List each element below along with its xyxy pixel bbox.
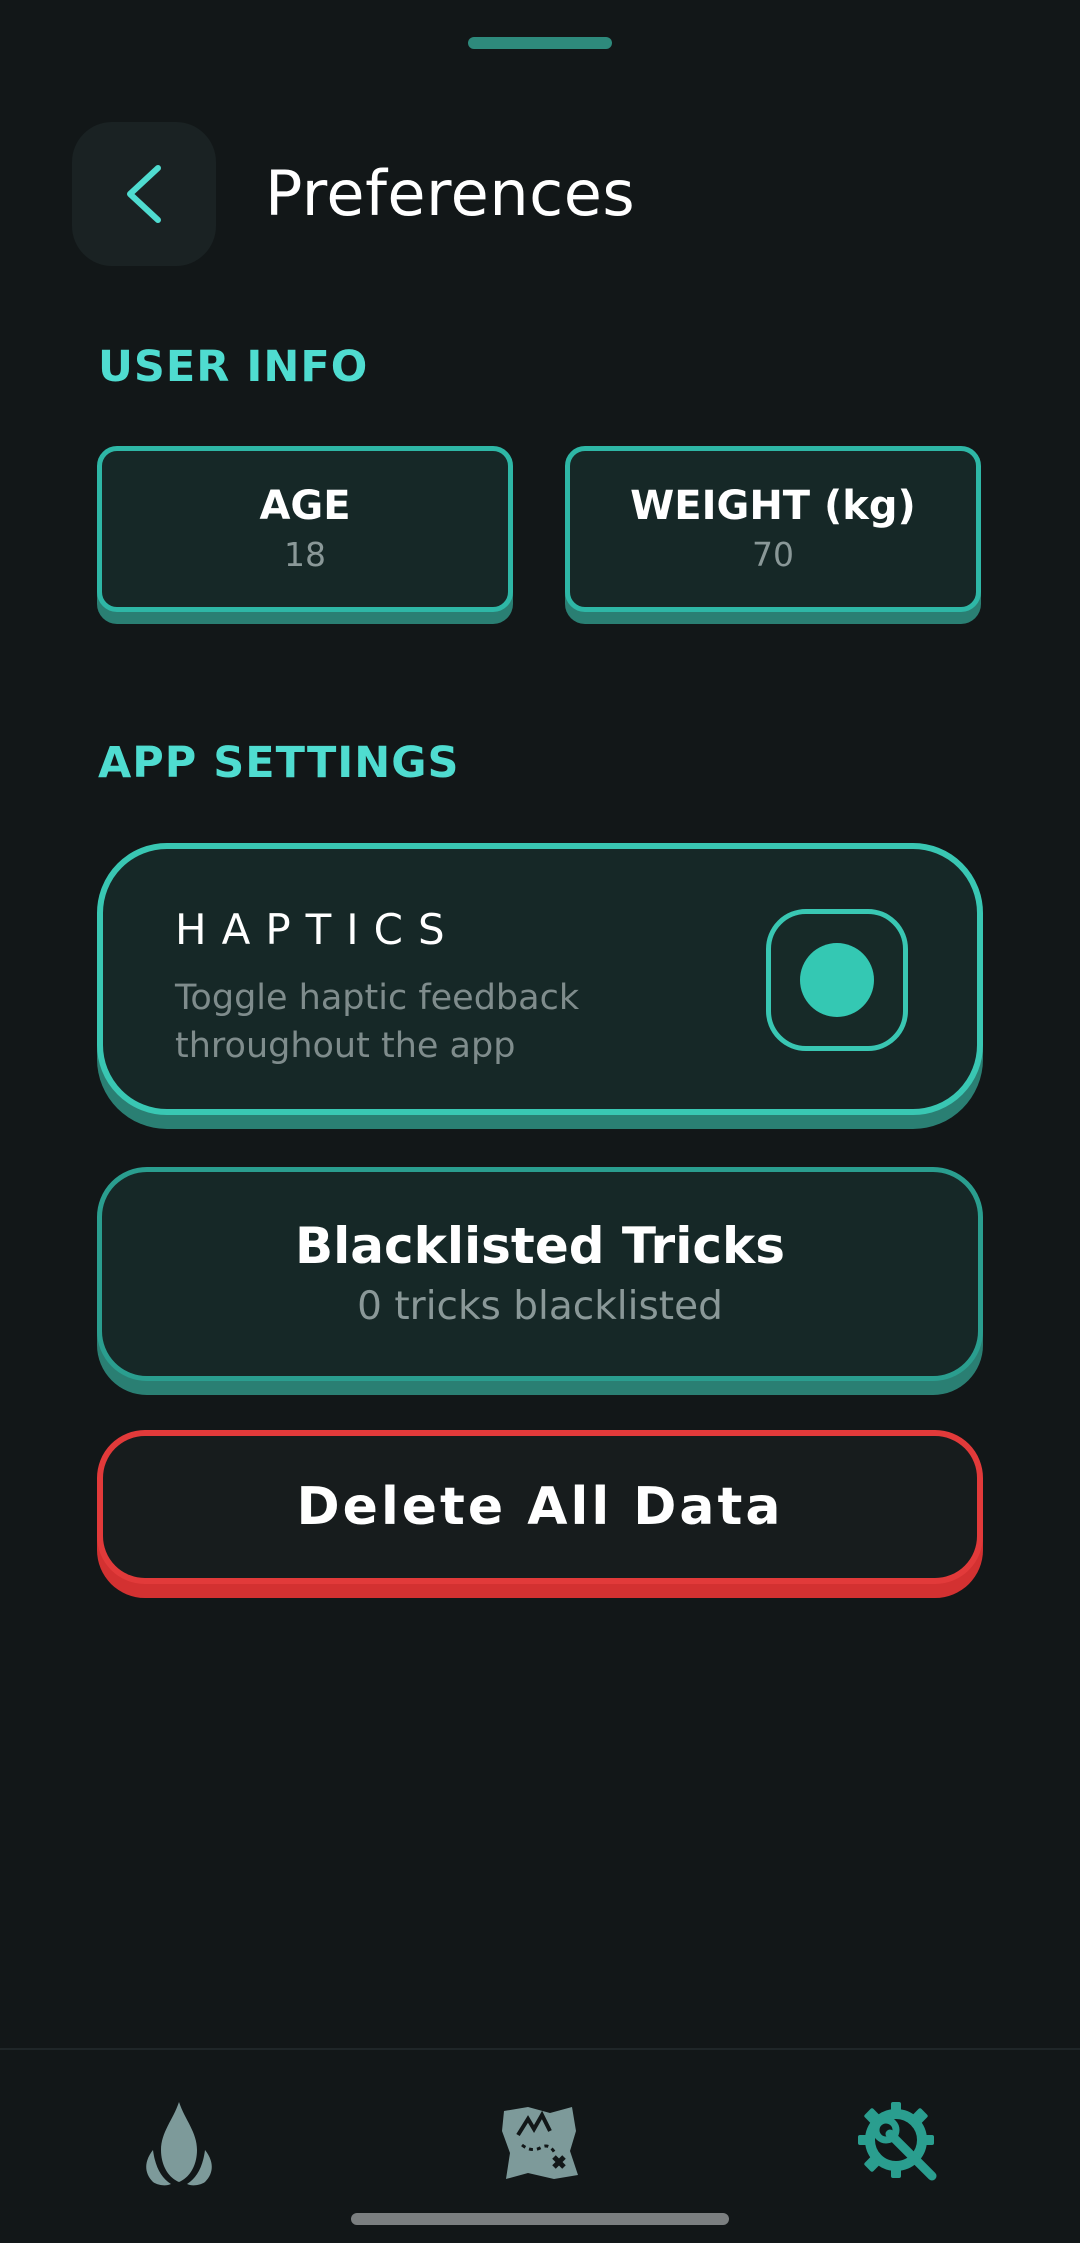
page-title: Preferences bbox=[265, 157, 636, 230]
back-button[interactable] bbox=[72, 122, 216, 266]
nav-item-settings[interactable] bbox=[839, 2088, 959, 2198]
weight-card[interactable]: WEIGHT (kg) 70 bbox=[565, 446, 981, 612]
weight-value: 70 bbox=[752, 535, 794, 574]
flame-icon bbox=[146, 2102, 212, 2186]
age-label: AGE bbox=[259, 483, 351, 529]
haptics-card[interactable]: HAPTICS Toggle haptic feedback throughou… bbox=[97, 843, 983, 1115]
treasure-map-icon bbox=[502, 2107, 578, 2179]
user-info-heading: USER INFO bbox=[98, 342, 369, 392]
age-card[interactable]: AGE 18 bbox=[97, 446, 513, 612]
age-value: 18 bbox=[284, 535, 326, 574]
toggle-knob bbox=[800, 943, 874, 1017]
nav-item-home[interactable] bbox=[119, 2088, 239, 2198]
blacklisted-tricks-button[interactable]: Blacklisted Tricks 0 tricks blacklisted bbox=[97, 1167, 983, 1381]
gear-wrench-icon bbox=[858, 2102, 937, 2181]
chevron-left-icon bbox=[127, 165, 161, 223]
home-indicator[interactable] bbox=[351, 2213, 729, 2225]
preferences-screen: Preferences USER INFO AGE 18 WEIGHT (kg)… bbox=[0, 0, 1080, 2243]
haptics-toggle[interactable] bbox=[766, 909, 908, 1051]
sheet-handle[interactable] bbox=[468, 37, 612, 49]
haptics-description: Toggle haptic feedback throughout the ap… bbox=[175, 978, 580, 1066]
blacklist-title: Blacklisted Tricks bbox=[295, 1217, 785, 1275]
delete-all-data-button[interactable]: Delete All Data bbox=[97, 1430, 983, 1584]
delete-label: Delete All Data bbox=[296, 1477, 784, 1537]
haptics-title: HAPTICS bbox=[175, 905, 460, 954]
weight-label: WEIGHT (kg) bbox=[630, 483, 916, 529]
app-settings-heading: APP SETTINGS bbox=[98, 738, 460, 788]
nav-item-map[interactable] bbox=[480, 2088, 600, 2198]
blacklist-count: 0 tricks blacklisted bbox=[357, 1284, 723, 1329]
